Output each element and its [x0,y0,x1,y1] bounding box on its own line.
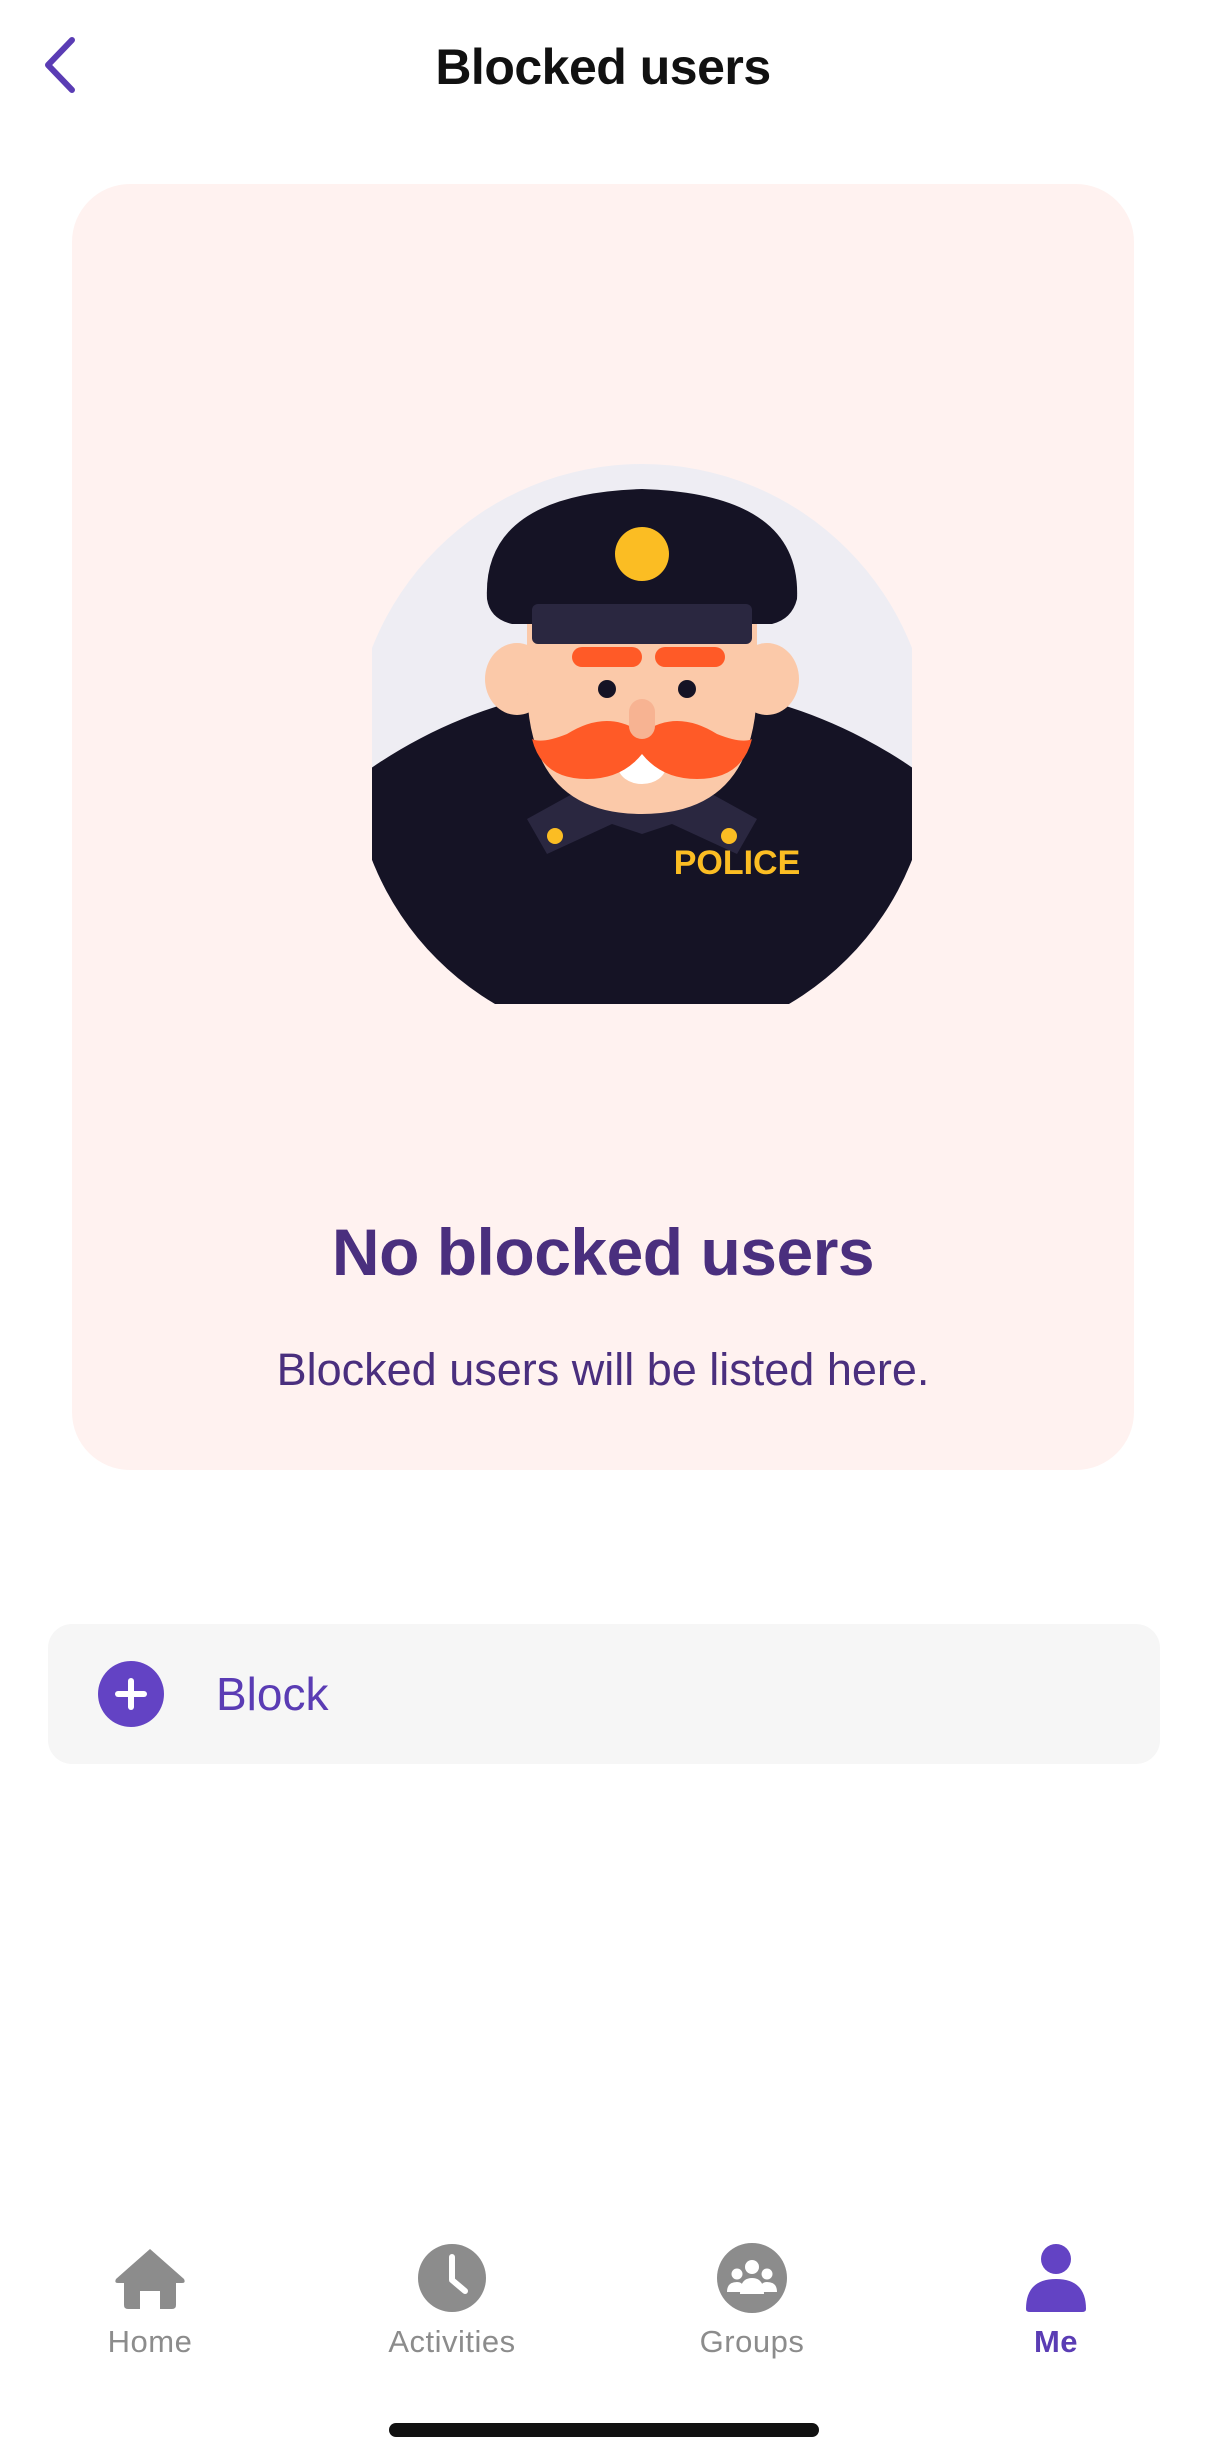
home-indicator [389,2423,819,2437]
tab-me-label: Me [1033,2324,1079,2359]
page-title: Blocked users [435,39,771,95]
plus-circle-icon [98,1661,164,1727]
tab-me[interactable]: Me [906,2220,1206,2370]
empty-state-card: POLICE No blocked users Blocked users wi… [72,184,1134,1470]
group-icon [717,2243,787,2313]
tab-home-label: Home [107,2324,193,2359]
police-officer-illustration: POLICE [372,464,912,1004]
tab-activities-label: Activities [388,2324,516,2359]
block-button[interactable]: Block [48,1624,1160,1764]
clock-icon [418,2244,486,2312]
tab-activities[interactable]: Activities [302,2220,602,2370]
police-badge-text: POLICE [674,844,801,882]
tab-groups[interactable]: Groups [602,2220,902,2370]
empty-state-subtitle: Blocked users will be listed here. [276,1344,930,1395]
bottom-tab-bar: Home Activities Groups Me [0,2220,1206,2370]
tab-home[interactable]: Home [0,2220,300,2370]
person-icon [1026,2244,1086,2312]
nav-header: Blocked users [0,0,1206,140]
block-label: Block [216,1668,329,1720]
home-icon [115,2249,185,2309]
tab-groups-label: Groups [699,2324,805,2359]
empty-state-title: No blocked users [331,1215,875,1289]
